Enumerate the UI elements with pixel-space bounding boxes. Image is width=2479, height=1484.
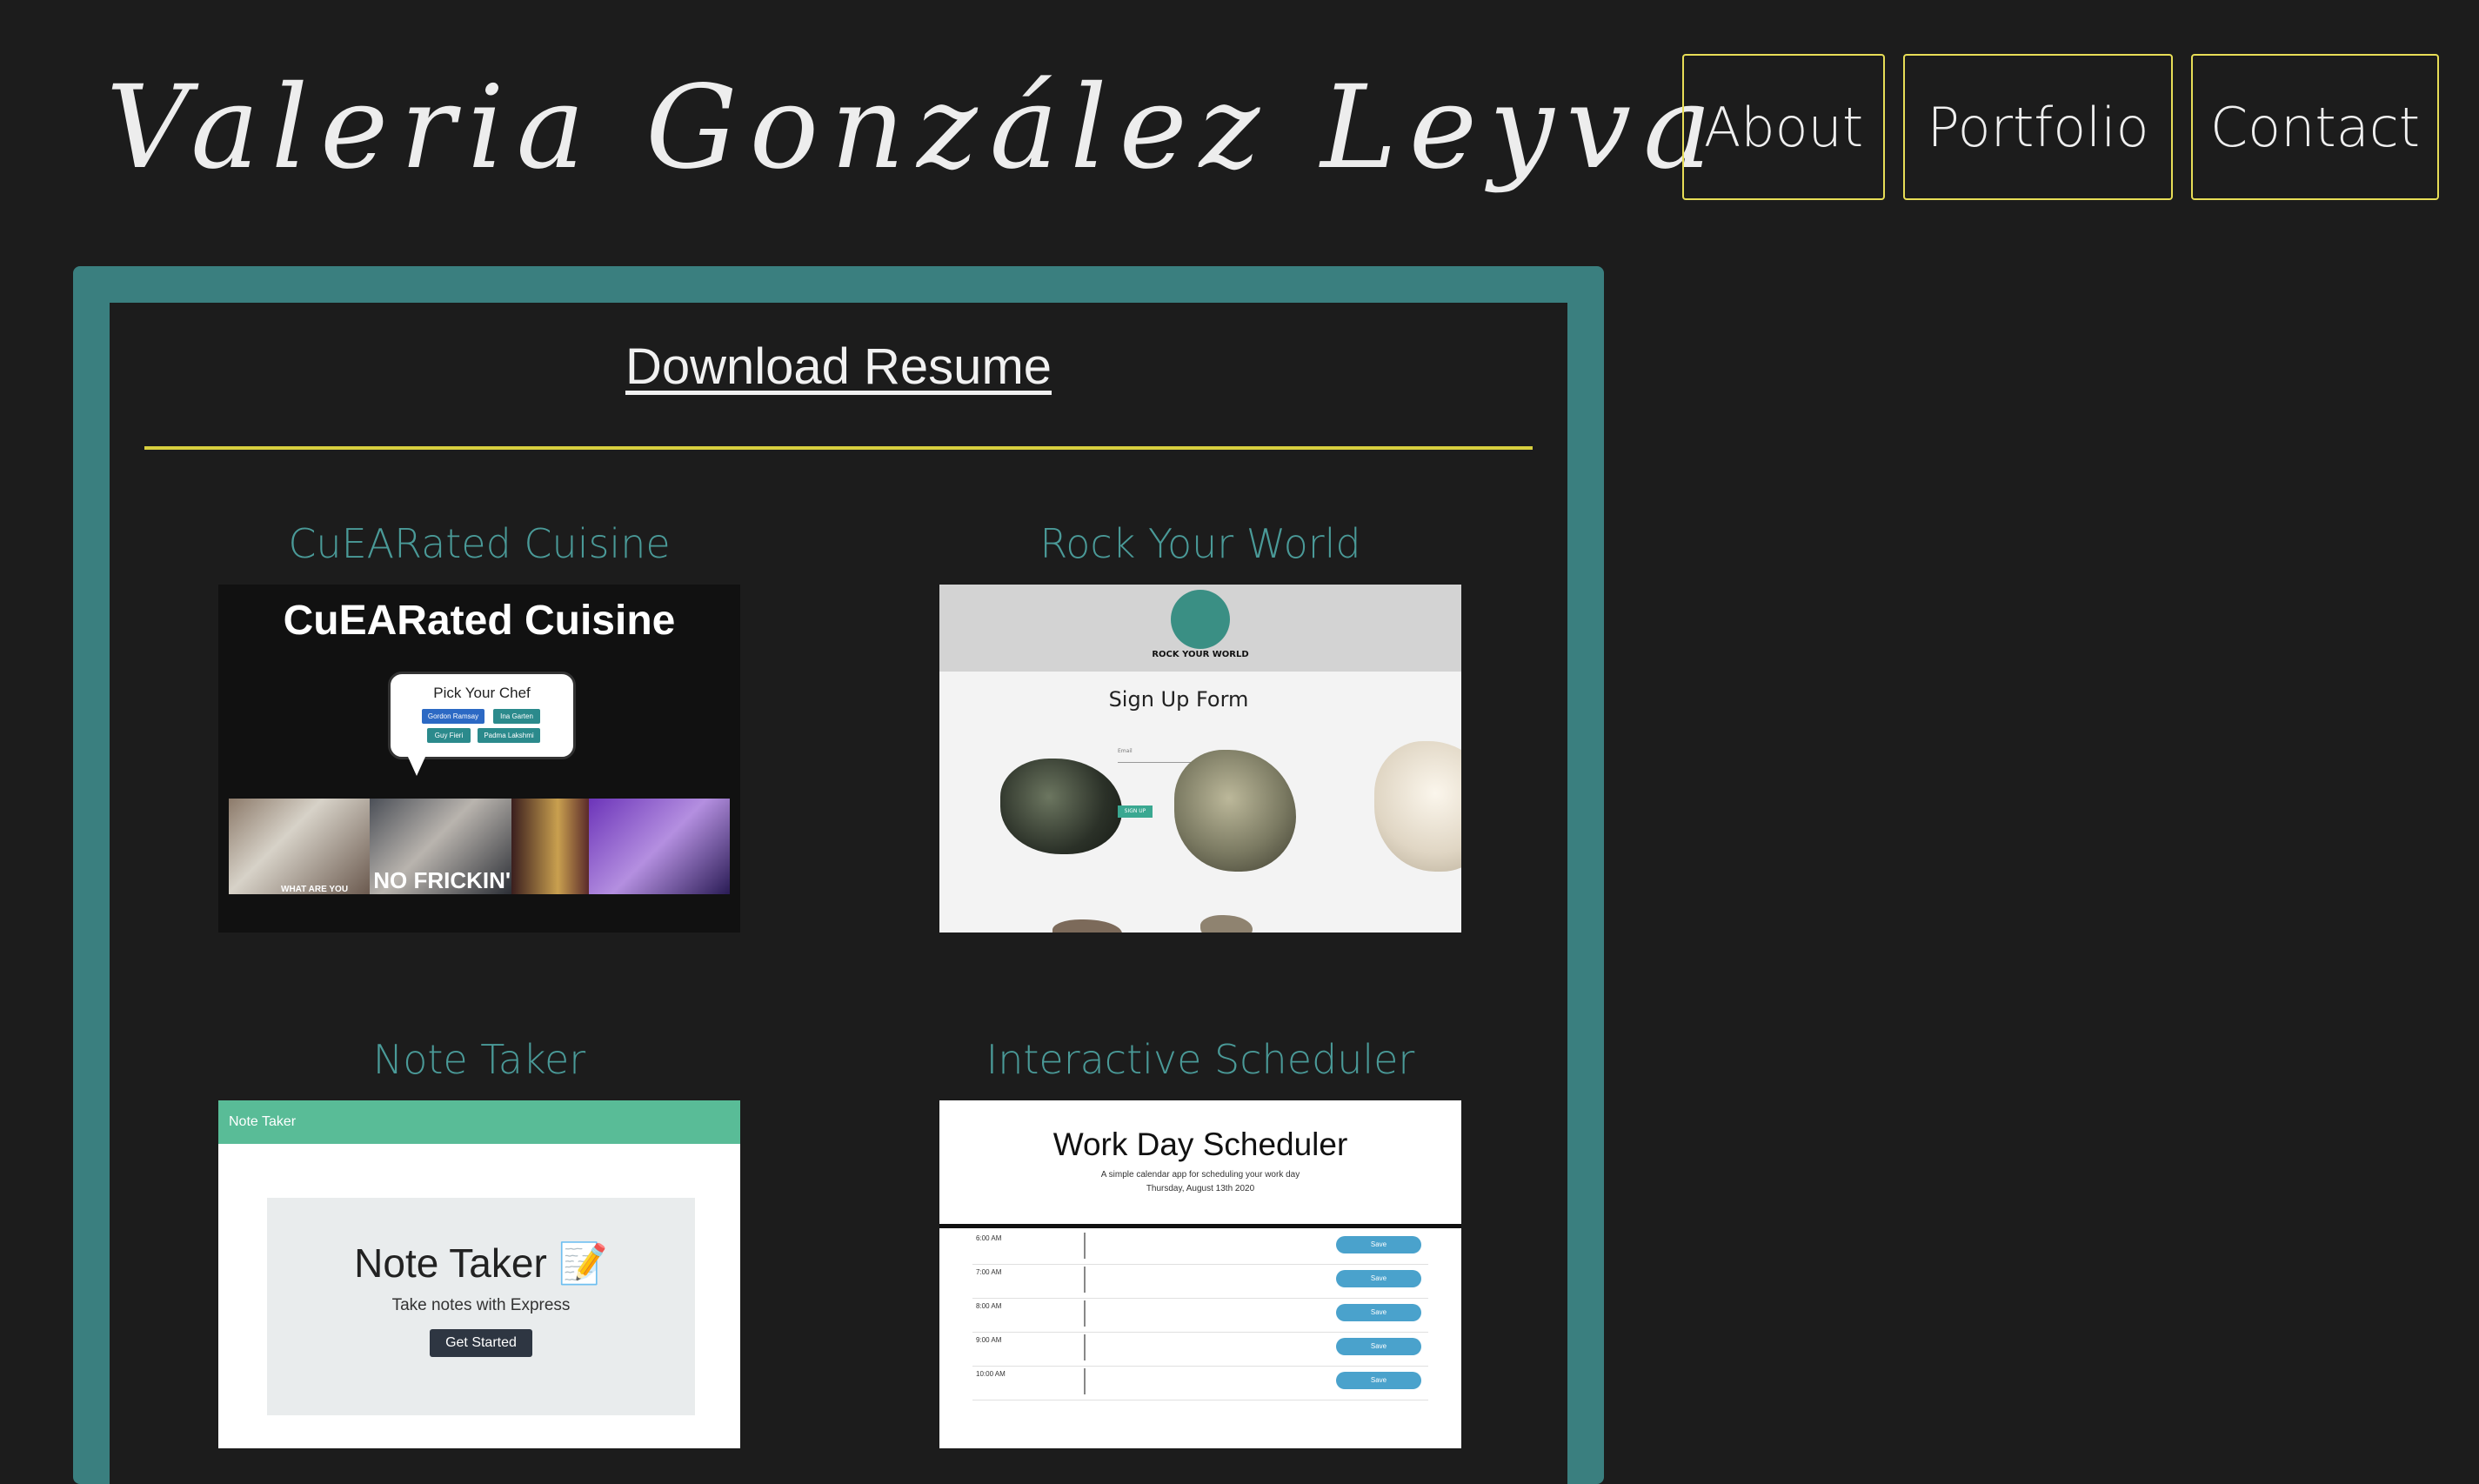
project-card: Rock Your World ROCK YOUR WORLD Sign Up … bbox=[939, 520, 1461, 933]
project-card: Interactive Scheduler Work Day Scheduler… bbox=[939, 1036, 1461, 1448]
form-title: Sign Up Form bbox=[1108, 687, 1249, 712]
screenshot-heading: CuEARated Cuisine bbox=[283, 598, 676, 644]
time-row: 10:00 AM Save bbox=[972, 1367, 1428, 1400]
scheduler-heading: Work Day Scheduler bbox=[1052, 1126, 1348, 1162]
meme-caption: NO FRICKIN' bbox=[373, 867, 511, 893]
rock-image bbox=[1374, 741, 1461, 872]
project-screenshot[interactable]: ROCK YOUR WORLD Sign Up Form Email SIGN … bbox=[939, 585, 1461, 933]
download-resume-link[interactable]: Download Resume bbox=[110, 338, 1567, 396]
portfolio-panel: Download Resume CuEARated Cuisine CuEARa… bbox=[73, 266, 1604, 1484]
nav-about-button[interactable]: About bbox=[1682, 54, 1885, 200]
site-title: Valeria González Leyva bbox=[106, 61, 1724, 195]
portfolio-panel-inner: Download Resume CuEARated Cuisine CuEARa… bbox=[110, 303, 1567, 1484]
meme-strip: WHAT ARE YOU NO FRICKIN' bbox=[229, 799, 730, 894]
save-button: Save bbox=[1336, 1372, 1421, 1389]
row-separator bbox=[1084, 1368, 1086, 1394]
time-row: 6:00 AM Save bbox=[972, 1231, 1428, 1265]
get-started-button: Get Started bbox=[430, 1329, 532, 1357]
project-screenshot[interactable]: Work Day Scheduler A simple calendar app… bbox=[939, 1100, 1461, 1448]
project-title: Note Taker bbox=[372, 1036, 586, 1083]
save-button: Save bbox=[1336, 1304, 1421, 1321]
hero-heading: Note Taker 📝 bbox=[354, 1240, 608, 1286]
speech-bubble: Pick Your Chef Gordon Ramsay Ina Garten … bbox=[388, 672, 576, 776]
chef-chip: Padma Lakshmi bbox=[478, 728, 540, 743]
field-label: Email bbox=[1118, 748, 1133, 754]
hero-subtitle: Take notes with Express bbox=[391, 1296, 571, 1314]
screenshot-header: ROCK YOUR WORLD bbox=[939, 585, 1461, 672]
project-title: Rock Your World bbox=[1039, 520, 1361, 567]
time-row: 7:00 AM Save bbox=[972, 1265, 1428, 1299]
row-separator bbox=[1084, 1267, 1086, 1293]
header-divider bbox=[939, 1224, 1461, 1228]
time-label: 9:00 AM bbox=[976, 1336, 1002, 1344]
screenshot-navbar: Note Taker bbox=[218, 1100, 740, 1144]
signup-button: SIGN UP bbox=[1118, 806, 1153, 818]
rock-image bbox=[1200, 915, 1253, 933]
nav-contact-button[interactable]: Contact bbox=[2191, 54, 2439, 200]
project-title: Interactive Scheduler bbox=[986, 1036, 1415, 1083]
section-divider bbox=[144, 446, 1533, 450]
project-screenshot[interactable]: Note Taker Note Taker 📝 Take notes with … bbox=[218, 1100, 740, 1448]
row-separator bbox=[1084, 1300, 1086, 1327]
rock-image bbox=[1000, 759, 1122, 854]
bubble-title: Pick Your Chef bbox=[433, 685, 531, 701]
rock-logo-icon bbox=[1171, 590, 1230, 649]
save-button: Save bbox=[1336, 1236, 1421, 1253]
meme-image bbox=[588, 799, 730, 894]
rock-image bbox=[1174, 750, 1296, 872]
chef-chip: Gordon Ramsay bbox=[422, 709, 484, 724]
rock-image bbox=[1052, 919, 1122, 933]
time-label: 6:00 AM bbox=[976, 1234, 1002, 1242]
save-button: Save bbox=[1336, 1338, 1421, 1355]
logo-text: ROCK YOUR WORLD bbox=[1152, 650, 1249, 659]
scheduler-subtitle: A simple calendar app for scheduling you… bbox=[939, 1168, 1461, 1196]
scheduler-date: Thursday, August 13th 2020 bbox=[1146, 1184, 1255, 1193]
meme-caption: WHAT ARE YOU bbox=[281, 885, 349, 894]
project-card: Note Taker Note Taker Note Taker 📝 Take … bbox=[218, 1036, 740, 1448]
row-separator bbox=[1084, 1334, 1086, 1360]
save-button: Save bbox=[1336, 1270, 1421, 1287]
meme-image bbox=[511, 799, 589, 894]
chef-chip: Guy Fieri bbox=[427, 728, 471, 743]
time-label: 7:00 AM bbox=[976, 1268, 1002, 1276]
time-row: 8:00 AM Save bbox=[972, 1299, 1428, 1333]
time-row: 9:00 AM Save bbox=[972, 1333, 1428, 1367]
project-screenshot[interactable]: CuEARated Cuisine Pick Your Chef Gordon … bbox=[218, 585, 740, 933]
time-label: 10:00 AM bbox=[976, 1370, 1006, 1378]
main-nav: About Portfolio Contact bbox=[1682, 54, 2439, 200]
scheduler-tagline: A simple calendar app for scheduling you… bbox=[1100, 1170, 1300, 1180]
row-separator bbox=[1084, 1233, 1086, 1259]
project-title: CuEARated Cuisine bbox=[288, 520, 671, 567]
time-label: 8:00 AM bbox=[976, 1302, 1002, 1310]
hero-card: Note Taker 📝 Take notes with Express Get… bbox=[267, 1198, 695, 1415]
nav-portfolio-button[interactable]: Portfolio bbox=[1903, 54, 2173, 200]
chef-chip: Ina Garten bbox=[493, 709, 540, 724]
project-card: CuEARated Cuisine CuEARated Cuisine Pick… bbox=[218, 520, 740, 933]
